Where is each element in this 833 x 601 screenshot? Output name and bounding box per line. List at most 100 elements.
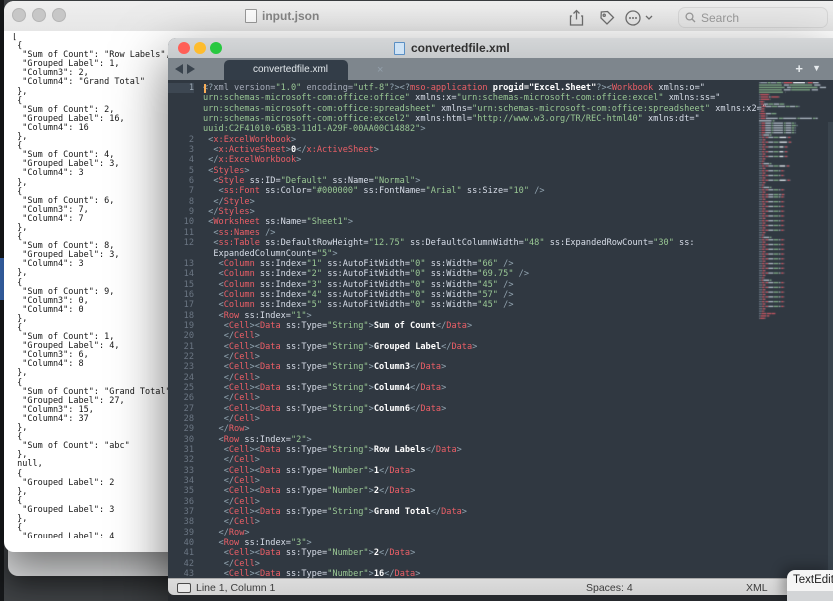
window-convertedfile-xml: convertedfile.xml convertedfile.xml × + … bbox=[168, 38, 833, 595]
code-line: 17 <Column ss:Index="5" ss:AutoFitWidth=… bbox=[168, 300, 760, 310]
share-icon[interactable] bbox=[568, 9, 585, 27]
status-syntax[interactable]: XML bbox=[746, 582, 768, 594]
line-number: 1 bbox=[168, 83, 194, 93]
minimize-button[interactable] bbox=[194, 42, 206, 54]
code-line: 6 <Style ss:ID="Default" ss:Name="Normal… bbox=[168, 176, 760, 186]
json-document-text[interactable]: [ { "Sum of Count": "Row Labels", "Group… bbox=[12, 33, 172, 538]
code-lines: 1<?xml version="1.0" encoding="utf-8"?><… bbox=[168, 83, 760, 578]
textedit-window-corner[interactable]: TextEdit bbox=[787, 570, 833, 601]
json-line: }, bbox=[12, 179, 172, 188]
code-line: 7 <ss:Font ss:Color="#000000" ss:FontNam… bbox=[168, 186, 760, 196]
tag-icon[interactable] bbox=[598, 9, 616, 27]
code-line: 21 <Cell><Data ss:Type="String">Grouped … bbox=[168, 342, 760, 352]
json-line: }, bbox=[12, 269, 172, 278]
line-number: 10 bbox=[168, 217, 194, 227]
code-line: 23 <Cell><Data ss:Type="String">Column3<… bbox=[168, 362, 760, 372]
code-line: 30 <Row ss:Index="2"> bbox=[168, 435, 760, 445]
tab-convertedfile-xml[interactable]: convertedfile.xml × bbox=[224, 60, 348, 80]
code-line: 4 </x:ExcelWorkbook> bbox=[168, 155, 760, 165]
line-number: 13 bbox=[168, 259, 194, 269]
status-bar: Line 1, Column 1 Spaces: 4 XML bbox=[168, 578, 833, 595]
json-line: }, bbox=[12, 133, 172, 142]
close-button[interactable] bbox=[178, 42, 190, 54]
code-line: 39 </Row> bbox=[168, 528, 760, 538]
line-number: 26 bbox=[168, 393, 194, 403]
minimize-button[interactable] bbox=[32, 8, 46, 22]
new-tab-icon[interactable]: + bbox=[795, 61, 803, 76]
code-line: 10 <Worksheet ss:Name="Sheet1"> bbox=[168, 217, 760, 227]
code-line: 38 </Cell> bbox=[168, 517, 760, 527]
code-line: urn:schemas-microsoft-com:office:office"… bbox=[168, 93, 760, 103]
sidebar-toggle-icon[interactable] bbox=[177, 583, 191, 593]
line-number: 14 bbox=[168, 269, 194, 279]
json-line: }, bbox=[12, 424, 172, 433]
code-line: 20 </Cell> bbox=[168, 331, 760, 341]
code-line: 33 <Cell><Data ss:Type="Number">1</Data> bbox=[168, 466, 760, 476]
code-line: 3 <x:ActiveSheet>0</x:ActiveSheet> bbox=[168, 145, 760, 155]
nav-forward-icon[interactable] bbox=[187, 64, 195, 74]
line-number: 15 bbox=[168, 280, 194, 290]
titlebar[interactable]: convertedfile.xml bbox=[168, 38, 833, 58]
json-line: "Column4": 3 bbox=[12, 169, 172, 178]
code-line: 41 <Cell><Data ss:Type="Number">2</Data> bbox=[168, 548, 760, 558]
code-line: 26 </Cell> bbox=[168, 393, 760, 403]
line-number: 42 bbox=[168, 559, 194, 569]
code-line: 37 <Cell><Data ss:Type="String">Grand To… bbox=[168, 507, 760, 517]
search-input[interactable]: Search bbox=[678, 7, 828, 28]
code-line: 19 <Cell><Data ss:Type="String">Sum of C… bbox=[168, 321, 760, 331]
line-number: 3 bbox=[168, 145, 194, 155]
zoom-button[interactable] bbox=[210, 42, 222, 54]
code-line: 8 </Style> bbox=[168, 197, 760, 207]
code-line: uuid:C2F41010-65B3-11d1-A29F-00AA00C1488… bbox=[168, 124, 760, 134]
line-number: 2 bbox=[168, 135, 194, 145]
line-number: 41 bbox=[168, 548, 194, 558]
close-button[interactable] bbox=[12, 8, 26, 22]
code-line: 15 <Column ss:Index="3" ss:AutoFitWidth=… bbox=[168, 280, 760, 290]
code-line: 2 <x:ExcelWorkbook> bbox=[168, 135, 760, 145]
code-line: 1<?xml version="1.0" encoding="utf-8"?><… bbox=[168, 83, 760, 93]
minimap[interactable] bbox=[758, 82, 828, 332]
json-line: "Grouped Label": 2 bbox=[12, 479, 172, 488]
zoom-button[interactable] bbox=[52, 8, 66, 22]
json-line: "Sum of Count": "abc" bbox=[12, 442, 172, 451]
json-line: "Grouped Label": 4 bbox=[12, 533, 172, 538]
scrollbar-track[interactable] bbox=[828, 122, 833, 578]
json-line: }, bbox=[12, 369, 172, 378]
json-line: "Column4": 8 bbox=[12, 360, 172, 369]
line-number: 34 bbox=[168, 476, 194, 486]
nav-back-icon[interactable] bbox=[175, 64, 183, 74]
line-number: 4 bbox=[168, 155, 194, 165]
tab-close-icon[interactable]: × bbox=[377, 60, 383, 80]
desktop: input.json Search [ { "Sum o bbox=[0, 0, 833, 601]
status-cursor-position: Line 1, Column 1 bbox=[196, 582, 275, 594]
code-line: 42 </Cell> bbox=[168, 559, 760, 569]
code-line: 9 </Styles> bbox=[168, 207, 760, 217]
status-indent[interactable]: Spaces: 4 bbox=[586, 582, 633, 594]
line-number: 7 bbox=[168, 186, 194, 196]
line-number: 36 bbox=[168, 497, 194, 507]
json-line: }, bbox=[12, 88, 172, 97]
line-number: 29 bbox=[168, 424, 194, 434]
code-line: 22 </Cell> bbox=[168, 352, 760, 362]
json-line: [ bbox=[12, 33, 172, 42]
code-editor[interactable]: 1<?xml version="1.0" encoding="utf-8"?><… bbox=[168, 80, 833, 578]
json-line: }, bbox=[12, 224, 172, 233]
line-number: 39 bbox=[168, 528, 194, 538]
line-number: 32 bbox=[168, 455, 194, 465]
line-number: 35 bbox=[168, 486, 194, 496]
line-number: 11 bbox=[168, 228, 194, 238]
code-line: 32 </Cell> bbox=[168, 455, 760, 465]
more-circle-icon[interactable] bbox=[624, 9, 654, 27]
line-number: 19 bbox=[168, 321, 194, 331]
titlebar[interactable]: input.json Search bbox=[4, 1, 833, 31]
json-line: "Column4": 37 bbox=[12, 415, 172, 424]
tab-overflow-icon[interactable]: ▼ bbox=[812, 63, 821, 73]
line-number: 12 bbox=[168, 238, 194, 248]
json-line: }, bbox=[12, 315, 172, 324]
code-line: 25 <Cell><Data ss:Type="String">Column4<… bbox=[168, 383, 760, 393]
code-line: urn:schemas-microsoft-com:office:spreads… bbox=[168, 104, 760, 114]
json-line: "Column4": 3 bbox=[12, 260, 172, 269]
line-number: 40 bbox=[168, 538, 194, 548]
code-line: 40 <Row ss:Index="3"> bbox=[168, 538, 760, 548]
line-number: 20 bbox=[168, 331, 194, 341]
